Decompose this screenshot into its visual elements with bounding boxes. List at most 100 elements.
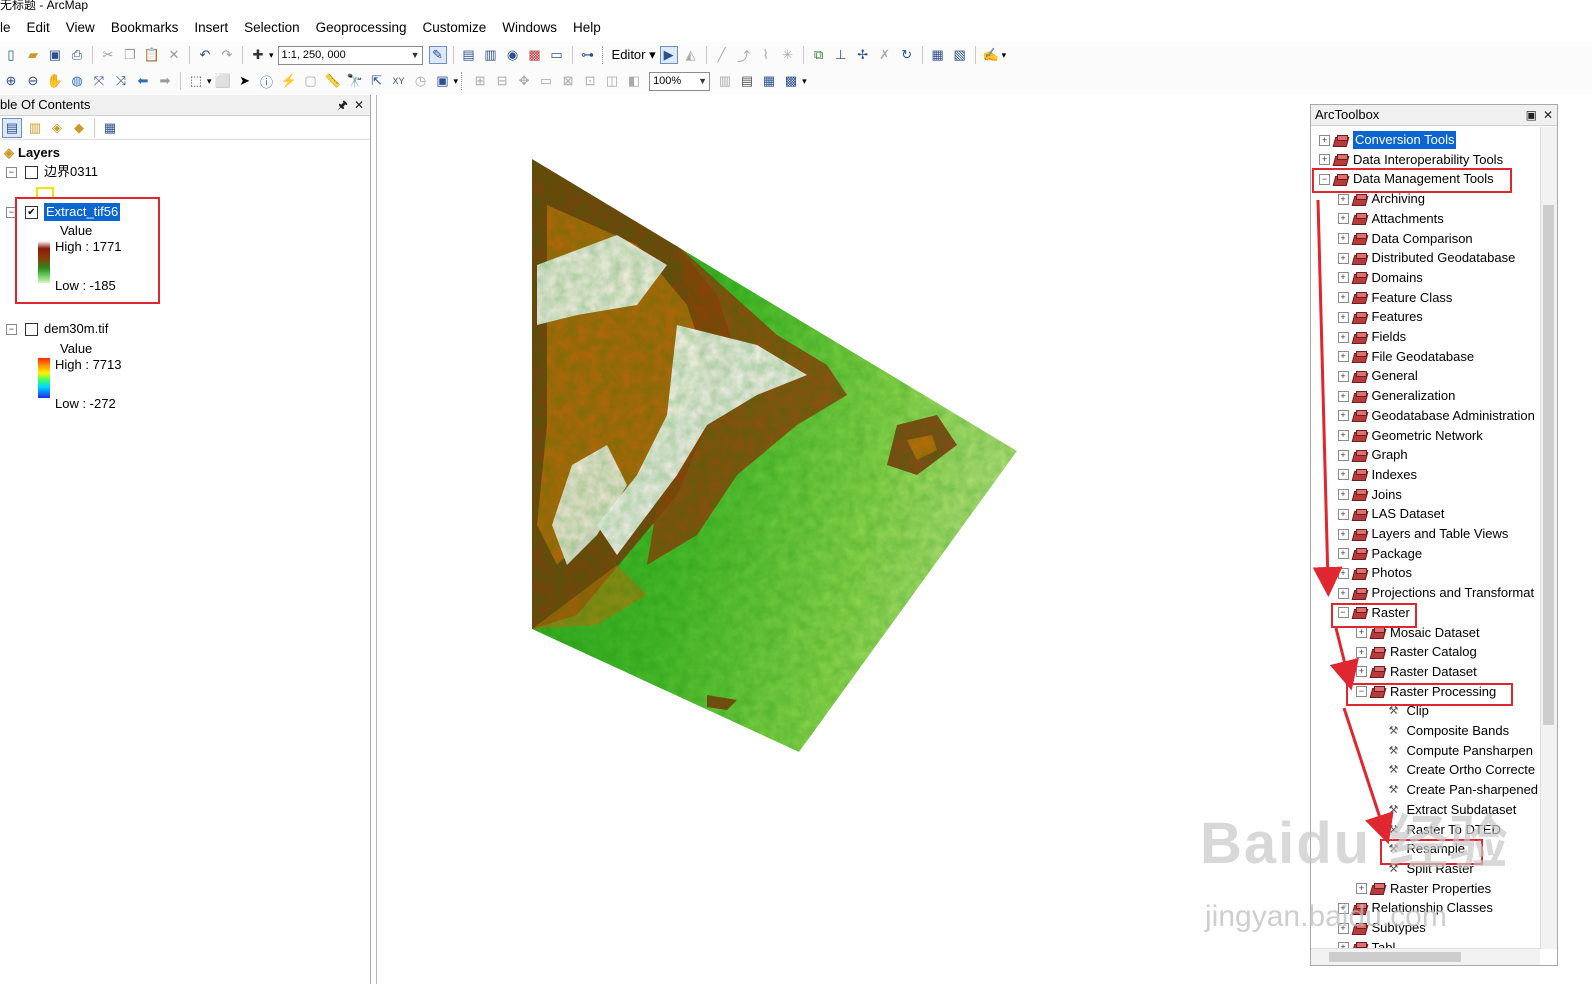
cut-icon[interactable]: ✂ [99, 46, 117, 64]
find-route-icon[interactable]: ⇱ [368, 72, 386, 90]
pan-icon[interactable]: ✋ [46, 72, 64, 90]
layers-root[interactable]: ◈ Layers [4, 144, 60, 162]
attributes-icon[interactable]: ▦ [929, 46, 947, 64]
map-scale-combo[interactable]: 1:1, 250, 000 ▼ [277, 45, 423, 65]
zoom-out-icon[interactable]: ⊖ [24, 72, 42, 90]
trace-icon[interactable]: ⌇ [757, 46, 775, 64]
map-view[interactable] [376, 95, 1310, 984]
table-of-contents-icon[interactable]: ▤ [460, 46, 478, 64]
zoom-whole-page-icon[interactable]: ▭ [537, 72, 555, 90]
toolbox-item[interactable]: + Data Interoperability Tools [1319, 151, 1503, 169]
tools-options-icon[interactable]: ▾ [454, 76, 459, 87]
data-driven-pages-icon[interactable]: ▩ [782, 72, 800, 90]
scrollbar-thumb[interactable] [1329, 952, 1461, 962]
list-by-visibility-icon[interactable]: ◈ [48, 119, 66, 137]
zoom-100-icon[interactable]: ⊠ [559, 72, 577, 90]
create-features-icon[interactable]: ✍ [982, 46, 1000, 64]
menu-bookmarks[interactable]: Bookmarks [103, 14, 187, 42]
hyperlink-icon[interactable]: ⚡ [280, 72, 298, 90]
paste-icon[interactable]: 📋 [143, 46, 161, 64]
layout-zoom-in-icon[interactable]: ⊞ [471, 72, 489, 90]
add-data-dropdown-icon[interactable]: ▾ [269, 50, 274, 61]
copy-icon[interactable]: ❐ [121, 46, 139, 64]
collapse-icon[interactable]: − [6, 323, 17, 335]
toc-options-icon[interactable]: ▦ [101, 119, 119, 137]
maximize-icon[interactable]: ▣ [1526, 105, 1537, 125]
change-layout-icon[interactable]: ▦ [760, 72, 778, 90]
expand-icon[interactable]: + [1319, 154, 1330, 166]
find-icon[interactable]: 🔭 [346, 72, 364, 90]
select-dropdown-icon[interactable]: ▾ [207, 76, 212, 87]
close-icon[interactable]: ✕ [354, 95, 364, 115]
edit-tool-icon[interactable]: ▶ [659, 46, 678, 64]
menu-help[interactable]: Help [565, 14, 609, 42]
editor-toolbar-icon[interactable]: ✎ [428, 46, 447, 64]
point-icon[interactable]: ✳ [779, 46, 797, 64]
measure-icon[interactable]: 📏 [324, 72, 342, 90]
new-doc-icon[interactable]: ▯ [2, 46, 20, 64]
edit-annotation-icon[interactable]: ◭ [682, 46, 700, 64]
list-by-source-icon[interactable]: ▥ [26, 119, 44, 137]
menu-selection[interactable]: Selection [236, 14, 308, 42]
editor-menu[interactable]: Editor ▾ [610, 47, 658, 63]
rotate-icon[interactable]: ↻ [898, 46, 916, 64]
go-back-extent-icon[interactable]: ◧ [625, 72, 643, 90]
layer-boundary[interactable]: − 边界0311 [6, 163, 98, 181]
split-icon[interactable]: ✗ [876, 46, 894, 64]
list-by-drawing-order-icon[interactable]: ▤ [2, 118, 22, 138]
list-by-selection-icon[interactable]: ◆ [70, 119, 88, 137]
menu-view[interactable]: View [58, 14, 103, 42]
fixed-zoom-out-icon[interactable]: ⤨ [112, 72, 130, 90]
html-popup-icon[interactable]: ▢ [302, 72, 320, 90]
menu-insert[interactable]: Insert [186, 14, 236, 42]
back-icon[interactable]: ⬅ [134, 72, 152, 90]
focus-data-frame-icon[interactable]: ▤ [738, 72, 756, 90]
select-elements-icon[interactable]: ➤ [236, 72, 254, 90]
expand-icon[interactable]: + [1356, 883, 1367, 895]
cut-polygons-icon[interactable]: ✢ [854, 46, 872, 64]
arctoolbox-icon[interactable]: ▩ [526, 46, 544, 64]
model-builder-icon[interactable]: ⊶ [579, 46, 597, 64]
collapse-icon[interactable]: − [6, 166, 17, 178]
redo-icon[interactable]: ↷ [218, 46, 236, 64]
edit-vertices-icon[interactable]: ⧉ [810, 46, 828, 64]
full-extent-icon[interactable]: ◍ [68, 72, 86, 90]
fixed-zoom-in-icon[interactable]: ⤧ [90, 72, 108, 90]
print-icon[interactable]: ⎙ [68, 46, 86, 64]
go-to-xy-icon[interactable]: XY [390, 72, 408, 90]
sketch-properties-icon[interactable]: ▧ [951, 46, 969, 64]
layout-zoom-combo[interactable]: 100% ▼ [649, 71, 711, 91]
toolbar-options-icon[interactable]: ▾ [1002, 50, 1007, 61]
menu-geoprocessing[interactable]: Geoprocessing [308, 14, 415, 42]
pin-icon[interactable]: 🖈 [337, 95, 348, 115]
search-window-icon[interactable]: ◉ [504, 46, 522, 64]
end-point-arc-icon[interactable]: ⤴ [735, 46, 753, 64]
add-data-icon[interactable]: ✚ [249, 46, 267, 64]
catalog-icon[interactable]: ▥ [482, 46, 500, 64]
toolbox-item[interactable]: + Conversion Tools [1319, 131, 1457, 149]
layout-options-icon[interactable]: ▾ [802, 76, 807, 87]
zoom-in-icon[interactable]: ⊕ [2, 72, 20, 90]
clear-selection-icon[interactable]: ⬜ [214, 72, 232, 90]
layout-zoom-out-icon[interactable]: ⊟ [493, 72, 511, 90]
undo-icon[interactable]: ↶ [196, 46, 214, 64]
menu-windows[interactable]: Windows [494, 14, 565, 42]
expand-icon[interactable]: + [1319, 134, 1330, 146]
scrollbar-thumb[interactable] [1543, 205, 1554, 725]
reshape-icon[interactable]: ⊥ [832, 46, 850, 64]
toggle-draft-mode-icon[interactable]: ▥ [716, 72, 734, 90]
menu-edit[interactable]: Edit [19, 14, 58, 42]
layer-visibility-checkbox[interactable] [25, 322, 38, 336]
layer-dem30m[interactable]: − dem30m.tif [6, 320, 108, 338]
select-features-icon[interactable]: ⬚ [187, 72, 205, 90]
vertical-scrollbar[interactable] [1540, 127, 1557, 949]
horizontal-scrollbar[interactable] [1311, 948, 1540, 965]
fixed-zoom-in-page-icon[interactable]: ⊡ [581, 72, 599, 90]
open-icon[interactable]: ▰ [24, 46, 42, 64]
layout-pan-icon[interactable]: ✥ [515, 72, 533, 90]
time-slider-icon[interactable]: ◷ [412, 72, 430, 90]
menu-customize[interactable]: Customize [414, 14, 494, 42]
straight-segment-icon[interactable]: ╱ [713, 46, 731, 64]
identify-icon[interactable]: ⓘ [258, 72, 276, 90]
menu-file[interactable]: le [0, 14, 19, 42]
